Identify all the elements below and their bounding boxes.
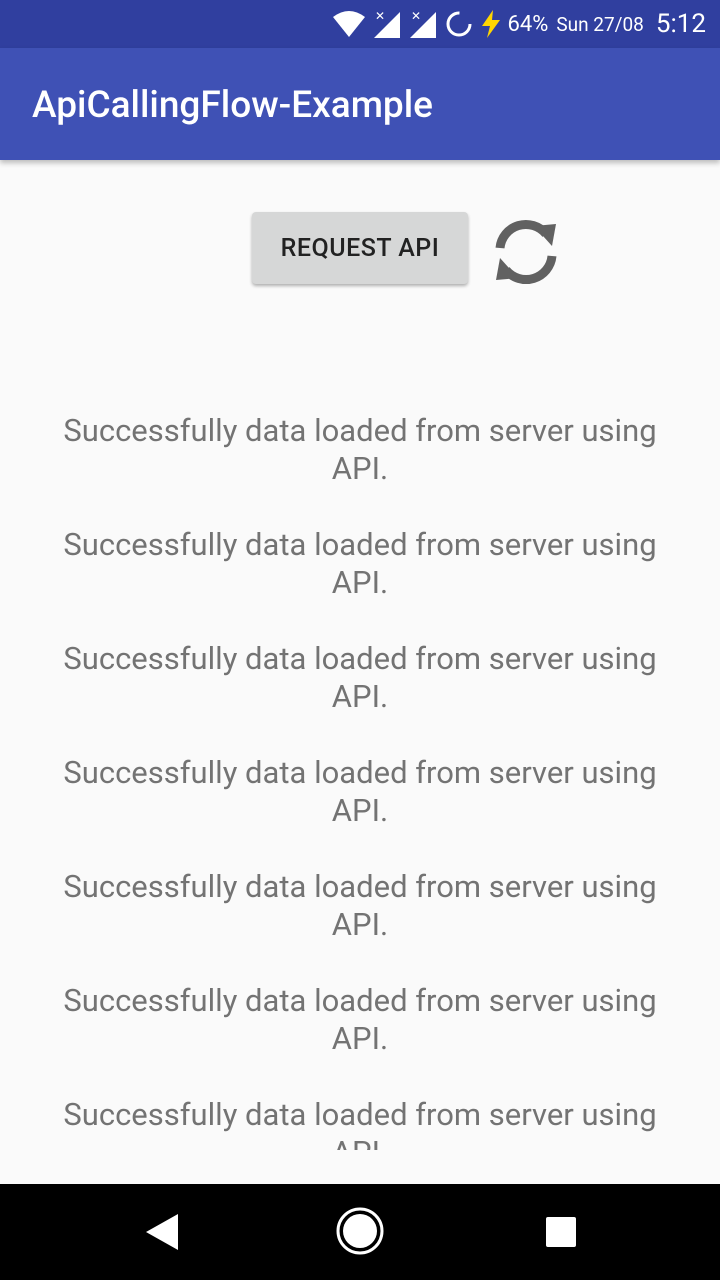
list-item: Successfully data loaded from server usi… — [63, 868, 657, 943]
list-item: Successfully data loaded from server usi… — [63, 982, 657, 1057]
charging-bolt-icon — [481, 10, 500, 38]
back-icon[interactable] — [142, 1212, 182, 1252]
list-item: Successfully data loaded from server usi… — [63, 526, 657, 601]
message-list: Successfully data loaded from server usi… — [0, 412, 720, 1150]
app-title: ApiCallingFlow-Example — [32, 84, 433, 127]
svg-text:✕: ✕ — [411, 9, 421, 23]
signal-x-icon: ✕ — [409, 9, 436, 38]
refresh-icon[interactable] — [488, 214, 564, 290]
app-bar: ApiCallingFlow-Example — [0, 48, 720, 160]
list-item: Successfully data loaded from server usi… — [63, 412, 657, 487]
svg-text:✕: ✕ — [375, 9, 385, 23]
status-bar: ✕ ✕ 64% Sun 27/08 5:12 — [0, 0, 720, 48]
list-item: Successfully data loaded from server usi… — [63, 1096, 657, 1150]
wifi-icon — [332, 11, 365, 37]
sync-circle-icon — [446, 11, 471, 37]
request-api-button[interactable]: REQUEST API — [252, 212, 468, 284]
list-item: Successfully data loaded from server usi… — [63, 640, 657, 715]
list-item: Successfully data loaded from server usi… — [63, 754, 657, 829]
signal-x-icon: ✕ — [373, 9, 400, 38]
status-time: 5:12 — [655, 9, 706, 39]
home-icon[interactable] — [335, 1206, 385, 1256]
status-date: Sun 27/08 — [556, 12, 644, 36]
recents-icon[interactable] — [545, 1216, 577, 1248]
battery-percent: 64% — [507, 11, 549, 37]
